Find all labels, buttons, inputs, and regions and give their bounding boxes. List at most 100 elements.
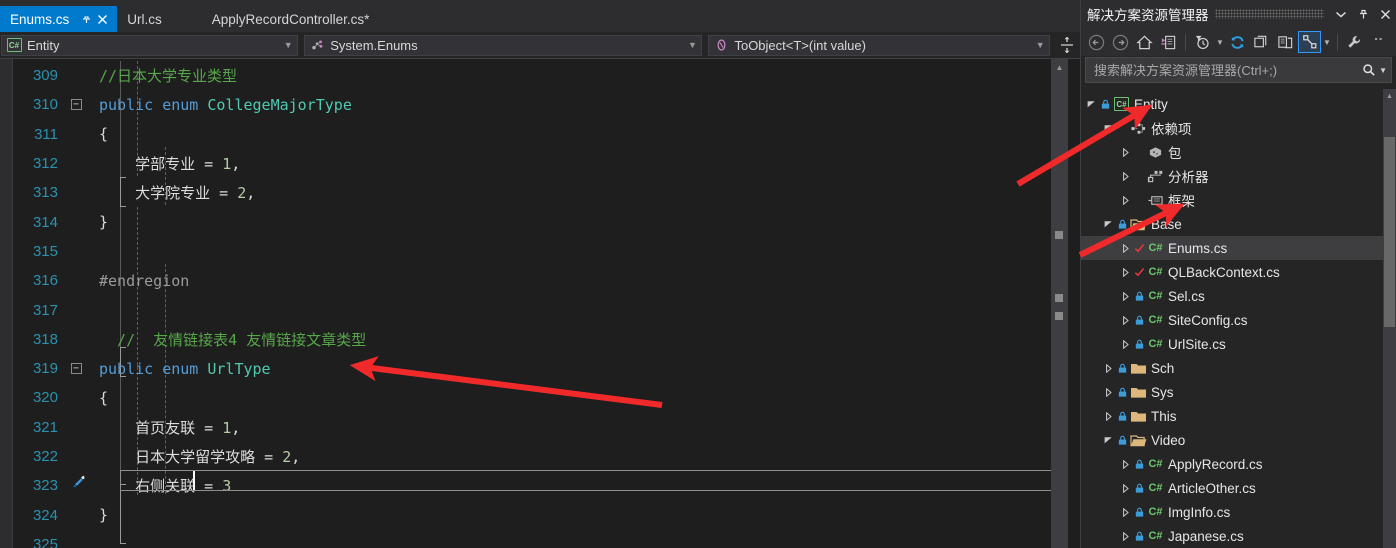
chevron-right-icon[interactable] bbox=[1118, 483, 1133, 493]
chevron-right-icon[interactable] bbox=[1118, 339, 1133, 349]
show-all-files-button[interactable] bbox=[1274, 31, 1297, 53]
scroll-up-arrow-icon[interactable]: ▲ bbox=[1383, 89, 1396, 103]
code-line[interactable]: 311 { bbox=[13, 120, 1046, 149]
chevron-down-icon[interactable]: ▼ bbox=[1322, 38, 1332, 47]
collapse-region-icon[interactable]: − bbox=[70, 363, 82, 375]
chevron-right-icon[interactable] bbox=[1101, 387, 1116, 397]
chevron-down-icon[interactable] bbox=[1330, 2, 1352, 26]
tree-item-[interactable]: 框架 bbox=[1081, 188, 1383, 212]
chevron-down-icon[interactable] bbox=[1101, 124, 1116, 132]
refresh-button[interactable] bbox=[1226, 31, 1249, 53]
tree-item-enums-cs[interactable]: C# Enums.cs bbox=[1081, 236, 1383, 260]
navbar-project-dropdown[interactable]: C# Entity ▼ bbox=[1, 34, 299, 56]
code-line[interactable]: 323 右侧关联 = 3 bbox=[13, 471, 1046, 500]
navbar-member-dropdown[interactable]: ToObject<T>(int value) ▼ bbox=[708, 34, 1051, 56]
forward-button[interactable] bbox=[1109, 31, 1132, 53]
chevron-right-icon[interactable] bbox=[1118, 171, 1133, 181]
pin-icon[interactable] bbox=[1352, 2, 1374, 26]
chevron-right-icon[interactable] bbox=[1118, 195, 1133, 205]
chevron-right-icon[interactable] bbox=[1118, 507, 1133, 517]
tree-item-applyrecord-cs[interactable]: C# ApplyRecord.cs bbox=[1081, 452, 1383, 476]
code-line[interactable]: 319− public enum UrlType bbox=[13, 354, 1046, 383]
search-options-chevron-icon[interactable]: ▼ bbox=[1379, 66, 1387, 75]
code-line[interactable]: 316 #endregion bbox=[13, 266, 1046, 295]
code-line[interactable]: 309 //日本大学专业类型 bbox=[13, 61, 1046, 90]
collapse-region-icon[interactable]: − bbox=[70, 99, 82, 111]
tree-item-video[interactable]: Video bbox=[1081, 428, 1383, 452]
search-icon[interactable] bbox=[1362, 63, 1376, 77]
solution-tree[interactable]: C# Entity 依赖项包 i 分析器 框架 Base C# Enums.cs C# QLBack… bbox=[1081, 89, 1383, 548]
tab-applyrecordcontroller-cs[interactable]: ApplyRecordController.cs* bbox=[202, 6, 392, 32]
chevron-right-icon[interactable] bbox=[1118, 147, 1133, 157]
tree-item-articleother-cs[interactable]: C# ArticleOther.cs bbox=[1081, 476, 1383, 500]
solution-view-button[interactable] bbox=[1157, 31, 1180, 53]
chevron-down-icon[interactable] bbox=[1101, 436, 1116, 444]
tab-url-cs[interactable]: Url.cs bbox=[117, 6, 184, 32]
code-line[interactable]: 315 bbox=[13, 237, 1046, 266]
collapse-all-button[interactable] bbox=[1250, 31, 1273, 53]
editor-vertical-scrollbar[interactable]: ▲ bbox=[1051, 59, 1068, 548]
preview-selected-items-button[interactable] bbox=[1298, 31, 1321, 53]
tree-item-imginfo-cs[interactable]: C# ImgInfo.cs bbox=[1081, 500, 1383, 524]
navbar-type-dropdown[interactable]: System.Enums ▼ bbox=[304, 34, 703, 56]
close-icon[interactable] bbox=[1374, 2, 1396, 26]
code-line[interactable]: 317 bbox=[13, 295, 1046, 324]
chevron-down-icon[interactable]: ▼ bbox=[281, 40, 295, 50]
code-line[interactable]: 325 bbox=[13, 530, 1046, 548]
scrollbar-thumb[interactable] bbox=[1384, 137, 1395, 327]
drag-handle-dots[interactable] bbox=[1214, 9, 1324, 19]
properties-button[interactable] bbox=[1343, 31, 1366, 53]
chevron-right-icon[interactable] bbox=[1118, 531, 1133, 541]
quick-actions-icon[interactable] bbox=[71, 474, 87, 490]
code-text-area[interactable]: 309//日本大学专业类型 310− public enum CollegeMajo… bbox=[13, 59, 1066, 548]
tree-item-sys[interactable]: Sys bbox=[1081, 380, 1383, 404]
tree-item-urlsite-cs[interactable]: C# UrlSite.cs bbox=[1081, 332, 1383, 356]
tree-item-sel-cs[interactable]: C# Sel.cs bbox=[1081, 284, 1383, 308]
code-editor[interactable]: 309//日本大学专业类型 310− public enum CollegeMajo… bbox=[0, 59, 1080, 548]
tree-item-[interactable]: 依赖项 bbox=[1081, 116, 1383, 140]
chevron-right-icon[interactable] bbox=[1118, 459, 1133, 469]
chevron-right-icon[interactable] bbox=[1101, 411, 1116, 421]
tree-item-siteconfig-cs[interactable]: C# SiteConfig.cs bbox=[1081, 308, 1383, 332]
tree-item-japanese-cs[interactable]: C# Japanese.cs bbox=[1081, 524, 1383, 548]
code-line[interactable]: 324} bbox=[13, 500, 1046, 529]
code-line[interactable]: 314} bbox=[13, 207, 1046, 236]
chevron-down-icon[interactable] bbox=[1101, 220, 1116, 228]
code-line[interactable]: 321 首页友联 = 1, bbox=[13, 413, 1046, 442]
code-line[interactable]: 322 日本大学留学攻略 = 2, bbox=[13, 442, 1046, 471]
chevron-right-icon[interactable] bbox=[1118, 267, 1133, 277]
chevron-down-icon[interactable]: ▼ bbox=[1033, 40, 1047, 50]
chevron-right-icon[interactable] bbox=[1118, 243, 1133, 253]
pending-changes-button[interactable] bbox=[1191, 31, 1214, 53]
tree-item-sch[interactable]: Sch bbox=[1081, 356, 1383, 380]
chevron-right-icon[interactable] bbox=[1118, 315, 1133, 325]
chevron-down-icon[interactable]: ▼ bbox=[685, 40, 699, 50]
toolbar-overflow-button[interactable] bbox=[1367, 31, 1390, 53]
code-line[interactable]: 313 大学院专业 = 2, bbox=[13, 178, 1046, 207]
tree-item-entity[interactable]: C# Entity bbox=[1081, 92, 1383, 116]
tree-item-this[interactable]: This bbox=[1081, 404, 1383, 428]
close-icon[interactable] bbox=[95, 12, 109, 26]
split-view-icon[interactable] bbox=[1054, 33, 1080, 57]
scroll-up-arrow-icon[interactable]: ▲ bbox=[1051, 59, 1068, 75]
search-box[interactable]: ▼ bbox=[1085, 57, 1392, 83]
code-line[interactable]: 310− public enum CollegeMajorType bbox=[13, 90, 1046, 119]
tab-enums-cs[interactable]: Enums.cs bbox=[0, 6, 118, 32]
search-input[interactable] bbox=[1092, 61, 1363, 79]
back-button[interactable] bbox=[1085, 31, 1108, 53]
outline-margin[interactable]: − bbox=[65, 363, 87, 375]
tree-item-[interactable]: 包 bbox=[1081, 140, 1383, 164]
chevron-right-icon[interactable] bbox=[1101, 363, 1116, 373]
solution-explorer-scrollbar[interactable]: ▲ bbox=[1383, 89, 1396, 548]
outline-margin[interactable]: − bbox=[65, 99, 87, 111]
home-button[interactable] bbox=[1133, 31, 1156, 53]
chevron-down-icon[interactable] bbox=[1084, 100, 1099, 108]
chevron-right-icon[interactable] bbox=[1118, 291, 1133, 301]
code-line[interactable]: 312 学部专业 = 1, bbox=[13, 149, 1046, 178]
tree-item-qlbackcontext-cs[interactable]: C# QLBackContext.cs bbox=[1081, 260, 1383, 284]
code-line[interactable]: 320 { bbox=[13, 383, 1046, 412]
tree-item-[interactable]: i 分析器 bbox=[1081, 164, 1383, 188]
chevron-down-icon[interactable]: ▼ bbox=[1215, 38, 1225, 47]
tree-item-base[interactable]: Base bbox=[1081, 212, 1383, 236]
code-line[interactable]: 318 // 友情链接表4 友情链接文章类型 bbox=[13, 325, 1046, 354]
